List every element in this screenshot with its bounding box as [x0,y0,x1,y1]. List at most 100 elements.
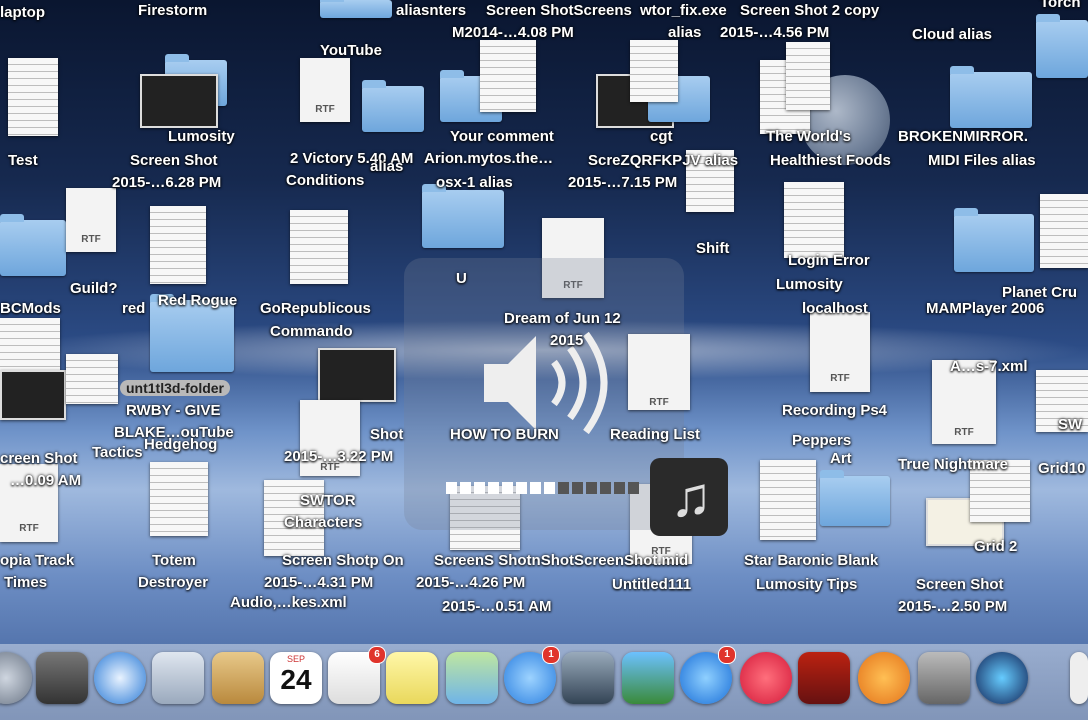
ibooks-icon[interactable] [858,652,910,704]
icon-label[interactable]: 2015 [550,332,583,349]
icon-label[interactable]: creen Shot [0,450,78,467]
icon-label[interactable]: Grid 2 [974,538,1017,555]
icon-label[interactable]: Shot [370,426,403,443]
icon-label[interactable]: Cloud alias [912,26,992,43]
icon-label[interactable]: MIDI Files alias [928,152,1036,169]
icon-label[interactable]: BROKENMIRROR. [898,128,1028,145]
icon-label[interactable]: BCMods [0,300,61,317]
icon-label[interactable]: Test [8,152,38,169]
icon-label[interactable]: Conditions [286,172,364,189]
web-file-icon[interactable] [786,42,830,110]
icon-label[interactable]: Peppers [792,432,851,449]
icon-label[interactable]: aliasnters [396,2,466,19]
app-store-icon[interactable]: 1 [680,646,736,704]
icon-label[interactable]: alias [668,24,701,41]
icon-label[interactable]: wtor_fix.exe [640,2,727,19]
safari-icon[interactable] [94,652,146,704]
icon-label[interactable]: Red Rogue [158,292,237,309]
rtf-file-icon[interactable]: RTF [810,312,870,392]
icon-label[interactable]: HOW TO BURN [450,426,559,443]
icon-label[interactable]: Shift [696,240,729,257]
document-icon[interactable] [630,40,678,102]
folder-icon[interactable] [1036,14,1088,78]
icon-label[interactable]: ScreenS ShotnShotScreenShot.mid [434,552,688,569]
document-icon[interactable] [1040,194,1088,268]
icon-label[interactable]: 2015-…7.15 PM [568,174,677,191]
icon-label[interactable]: Grid10 [1038,460,1086,477]
icon-label[interactable]: True Nightmare [898,456,1008,473]
icon-label[interactable]: U [456,270,467,287]
icon-label[interactable]: Your comment [450,128,554,145]
folder-icon[interactable] [150,294,234,372]
photo-booth-app-icon[interactable] [798,652,850,704]
selected-icon-label[interactable]: unt1tl3d-folder [120,380,230,396]
contacts-icon[interactable] [212,652,264,704]
icon-label[interactable]: Firestorm [138,2,207,19]
icon-label[interactable]: Screen Shot 2 copy [740,2,879,19]
icon-label[interactable]: Audio,…kes.xml [230,594,347,611]
icon-label[interactable]: SW [1058,416,1082,433]
document-icon[interactable] [760,460,816,540]
icon-label[interactable]: M2014-…4.08 PM [452,24,574,41]
icon-label[interactable]: Recording Ps4 [782,402,887,419]
icon-label[interactable]: YouTube [320,42,382,59]
icon-label[interactable]: Torch [1040,0,1081,11]
music-note-icon[interactable]: ♫ [650,458,728,536]
iphoto-icon[interactable] [622,652,674,704]
facetime-icon[interactable] [562,652,614,704]
icon-label[interactable]: MAMPlayer 2006 [926,300,1044,317]
document-icon[interactable] [150,206,206,284]
icon-label[interactable]: Commando [270,323,353,340]
icon-label[interactable]: Art [830,450,852,467]
messages-icon[interactable]: 1 [504,646,560,704]
screenshot-thumbnail[interactable] [318,348,396,402]
icon-label[interactable]: A…s-7.xml [950,358,1028,375]
web-file-icon[interactable] [480,40,536,112]
document-icon[interactable] [150,462,208,536]
icon-label[interactable]: …0.09 AM [10,472,81,489]
icon-label[interactable]: Guild? [70,280,118,297]
icon-label[interactable]: 2015-…3.22 PM [284,448,393,465]
document-icon[interactable] [8,58,58,136]
rtf-file-icon[interactable]: RTF [628,334,690,410]
icon-label[interactable]: Planet Cru [1002,284,1077,301]
icon-label[interactable]: cgt [650,128,673,145]
icon-label[interactable]: Star Baronic Blank [744,552,878,569]
itunes-icon[interactable] [740,652,792,704]
document-icon[interactable] [784,182,844,258]
icon-label[interactable]: Screen Shot [916,576,1004,593]
icon-label[interactable]: Arion.mytos.the… [424,150,553,167]
maps-icon[interactable] [446,652,498,704]
document-icon[interactable] [290,210,348,284]
icon-label[interactable]: red [122,300,145,317]
folder-icon[interactable] [422,184,504,248]
icon-label[interactable]: Destroyer [138,574,208,591]
system-preferences-icon[interactable] [918,652,970,704]
document-icon[interactable] [0,318,60,374]
icon-label[interactable]: Characters [284,514,362,531]
rtf-file-icon[interactable]: RTF [66,188,116,252]
icon-label[interactable]: Screen Shotp On [282,552,404,569]
screenshot-thumbnail[interactable] [140,74,218,128]
folder-icon[interactable] [362,80,424,132]
quicktime-icon[interactable] [976,652,1028,704]
calendar-icon[interactable]: SEP 24 [270,652,322,704]
icon-label[interactable]: RWBY - GIVE [126,402,220,419]
icon-label[interactable]: 2015-…4.31 PM [264,574,373,591]
document-icon[interactable] [66,354,118,404]
folder-icon[interactable] [0,214,66,276]
icon-label[interactable]: Tactics [92,444,143,461]
icon-label[interactable]: alias [370,158,403,175]
icon-label[interactable]: ScreZQRFKPJV alias [588,152,738,169]
icon-label[interactable]: GoRepublicous [260,300,371,317]
photo-booth-icon[interactable] [36,652,88,704]
icon-label[interactable]: Times [4,574,47,591]
finder-window-icon[interactable] [1070,652,1088,704]
icon-label[interactable]: Untitled111 [612,576,691,593]
icon-label[interactable]: 2015-…4.26 PM [416,574,525,591]
icon-label[interactable]: Lumosity Tips [756,576,857,593]
icon-label[interactable]: Login Error [788,252,870,269]
icon-label[interactable]: osx-1 alias [436,174,513,191]
folder-icon[interactable] [950,66,1032,128]
folder-icon[interactable] [954,208,1034,272]
